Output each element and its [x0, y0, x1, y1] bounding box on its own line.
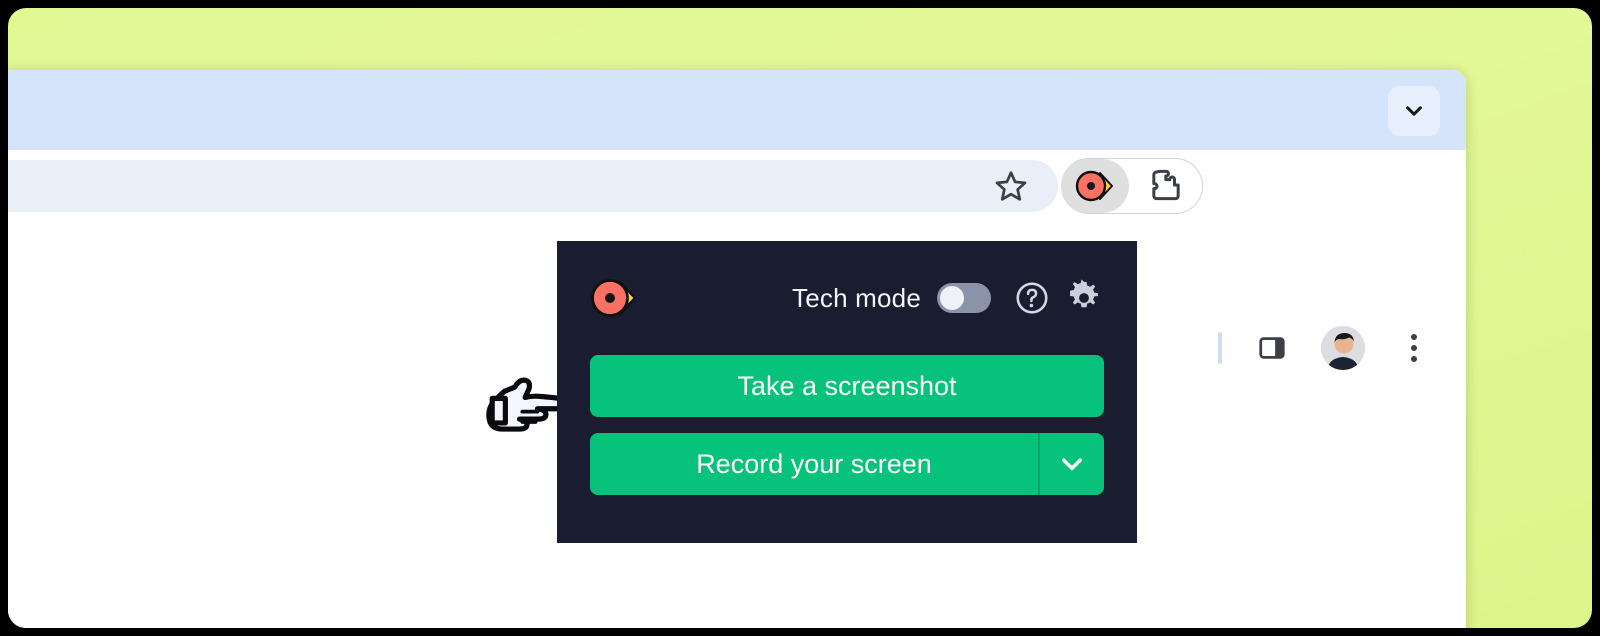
popup-header-controls: Tech mode	[792, 279, 1103, 317]
extensions-menu-button[interactable]	[1129, 166, 1202, 206]
three-dot-menu-button[interactable]	[1401, 326, 1427, 370]
menu-dot	[1411, 345, 1417, 351]
record-options-dropdown-button[interactable]	[1040, 433, 1104, 495]
toolbar-divider	[1218, 332, 1222, 364]
profile-avatar-image	[1321, 326, 1365, 370]
menu-dot	[1411, 356, 1417, 362]
take-screenshot-button[interactable]: Take a screenshot	[590, 355, 1104, 417]
star-icon[interactable]	[994, 169, 1028, 203]
address-bar[interactable]	[8, 160, 1058, 212]
tech-mode-toggle[interactable]	[937, 283, 991, 313]
menu-dot	[1411, 334, 1417, 340]
tech-mode-label: Tech mode	[792, 282, 921, 313]
side-panel-button[interactable]	[1250, 328, 1294, 368]
popup-header: Tech mode	[557, 241, 1137, 355]
browser-toolbar	[8, 150, 1466, 370]
avatar[interactable]	[1321, 326, 1365, 370]
browser-tabstrip	[8, 70, 1466, 150]
active-extension-button[interactable]	[1061, 159, 1129, 213]
popup-actions: Take a screenshot Record your screen	[557, 355, 1137, 495]
record-screen-button[interactable]: Record your screen	[590, 433, 1040, 495]
lime-backdrop: Tech mode Take a screenshot Record your …	[8, 8, 1592, 628]
side-panel-icon	[1259, 337, 1285, 359]
chevron-down-icon	[1062, 458, 1082, 471]
record-screen-button-group: Record your screen	[590, 433, 1104, 495]
question-circle-icon	[1016, 282, 1048, 314]
help-button[interactable]	[1013, 279, 1051, 317]
extension-popup-panel: Tech mode Take a screenshot Record your …	[557, 241, 1137, 543]
puzzle-piece-icon	[1151, 169, 1180, 201]
extensions-pill	[1061, 158, 1203, 214]
toggle-knob	[940, 286, 964, 310]
recorder-logo-icon	[1075, 170, 1113, 202]
recorder-logo-icon	[589, 277, 641, 319]
gear-icon	[1070, 279, 1098, 308]
tab-collapse-button[interactable]	[1388, 86, 1440, 136]
settings-button[interactable]	[1065, 279, 1103, 317]
screenshot-root: Tech mode Take a screenshot Record your …	[0, 0, 1600, 636]
chevron-down-icon	[1406, 106, 1422, 116]
